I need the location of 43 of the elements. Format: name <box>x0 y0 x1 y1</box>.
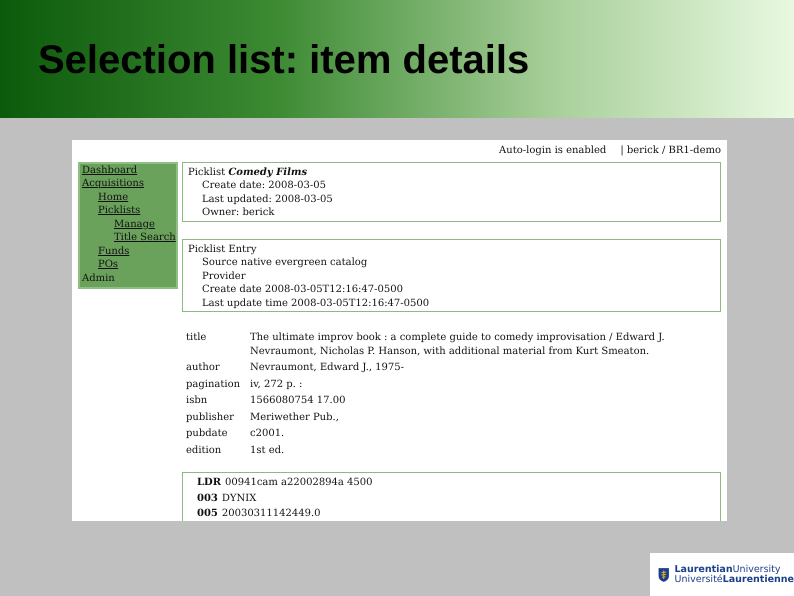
login-status: Auto-login is enabled <box>499 144 606 158</box>
field-label: pubdate <box>186 427 229 440</box>
detail-line: Last updated: 2008-03-05 <box>201 192 334 206</box>
field-value: The ultimate improv book : a complete guide to comedy improvisation / Edward J. Nevraumont, Nicholas P. Hanson, with additional material from Kurt Smeaton. <box>250 331 666 358</box>
field-label: pagination <box>186 378 242 391</box>
panel-heading: Picklist Comedy Films <box>188 166 308 179</box>
field-label: edition <box>186 444 222 457</box>
user-info: | berick / BR1-demo <box>620 144 721 158</box>
marc-value: 20030311142449.0 <box>222 507 320 520</box>
nav-link[interactable]: Home <box>98 190 128 204</box>
field-label: isbn <box>186 394 208 408</box>
nav-label: Admin <box>82 272 115 285</box>
field-label: author <box>186 361 221 374</box>
nav-link[interactable]: Manage <box>114 218 155 231</box>
marc-tag: 005 <box>197 507 218 520</box>
nav-link[interactable]: Picklists <box>98 204 140 218</box>
field-value: Meriwether Pub., <box>250 410 339 424</box>
slide-title: Selection list: item details <box>38 40 530 80</box>
field-label: title <box>186 331 208 345</box>
marc-tag: 003 <box>197 492 218 505</box>
marc-tag: LDR <box>197 476 222 490</box>
detail-line: Last update time 2008-03-05T12:16:47-0500 <box>201 296 430 310</box>
field-value: 1566080754 17.00 <box>250 394 346 408</box>
marc-value: DYNIX <box>222 492 256 505</box>
detail-line: Owner: berick <box>201 206 276 220</box>
field-label: publisher <box>186 410 235 424</box>
nav-link[interactable]: Dashboard <box>82 164 138 177</box>
logo-text: LaurentianUniversity <box>674 564 782 574</box>
detail-line: Create date: 2008-03-05 <box>201 179 327 192</box>
field-value: Nevraumont, Edward J., 1975- <box>250 361 404 374</box>
nav-link[interactable]: Funds <box>98 244 130 258</box>
field-value: c2001. <box>250 427 284 440</box>
detail-line: Source native evergreen catalog <box>201 256 368 270</box>
field-value: 1st ed. <box>250 444 284 457</box>
detail-line: Provider <box>201 270 246 283</box>
logo-text: UniversitéLaurentienne <box>674 574 794 584</box>
marc-value: 00941cam a22002894a 4500 <box>225 476 373 490</box>
nav-link[interactable]: Title Search <box>114 231 176 244</box>
field-value: iv, 272 p. : <box>250 378 302 391</box>
detail-line: Create date 2008-03-05T12:16:47-0500 <box>201 283 404 296</box>
nav-link[interactable]: POs <box>98 258 118 272</box>
nav-link[interactable]: Acquisitions <box>82 177 144 190</box>
panel-heading: Picklist Entry <box>188 242 258 256</box>
